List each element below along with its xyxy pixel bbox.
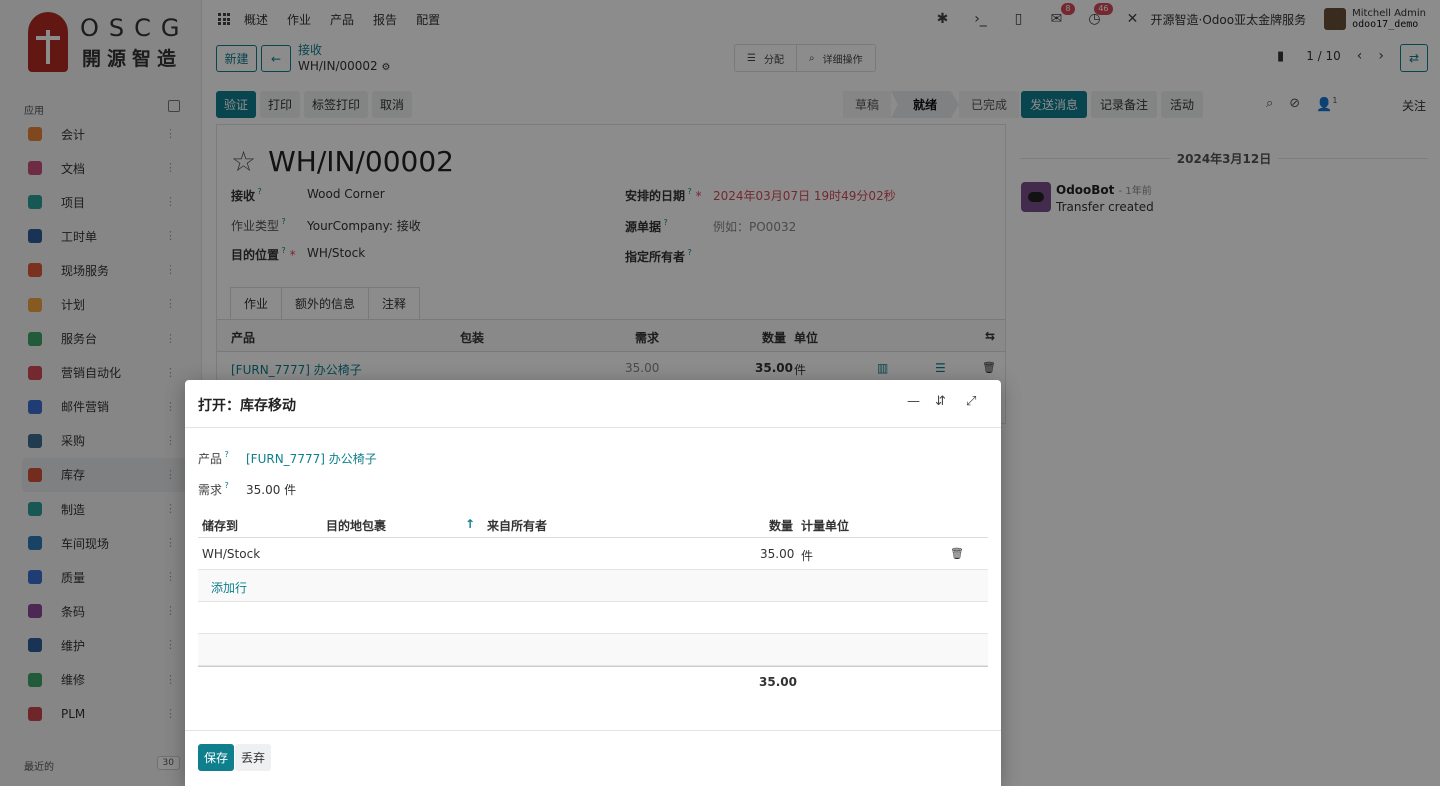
compare-icon[interactable]: ⇵ — [935, 394, 946, 409]
dialog-demand-value: 35.00 件 — [246, 483, 297, 497]
dialog-footer: 保存 丢弃 — [185, 730, 1001, 786]
move-lines-table: 储存到 目的地包裹 ↑ 来自所有者 数量 计量单位 WH/Stock 35.00… — [198, 508, 988, 698]
add-line-row: 添加行 — [198, 570, 988, 602]
col-from-owner[interactable]: 来自所有者 — [487, 517, 547, 534]
sort-arrow-icon[interactable]: ↑ — [465, 517, 475, 531]
qty-total: 35.00 — [759, 675, 797, 689]
expand-icon[interactable]: ⤢ — [966, 394, 976, 409]
trash-icon[interactable]: 🗑 — [950, 547, 964, 560]
minimize-icon[interactable]: — — [907, 394, 920, 409]
empty-row — [198, 634, 988, 666]
row-store-to[interactable]: WH/Stock — [202, 547, 260, 561]
table-header: 储存到 目的地包裹 ↑ 来自所有者 数量 计量单位 — [198, 508, 988, 538]
dialog-product-value[interactable]: [FURN_7777] 办公椅子 — [246, 450, 377, 467]
dialog-demand-label: 需求 ? — [198, 481, 229, 497]
row-uom: 件 — [801, 549, 814, 563]
save-button[interactable]: 保存 — [198, 744, 235, 771]
dialog-product-label: 产品 ? — [198, 450, 229, 466]
col-dest-package[interactable]: 目的地包裹 — [326, 517, 386, 534]
table-footer: 35.00 — [198, 666, 988, 698]
row-qty[interactable]: 35.00 — [760, 547, 794, 561]
dialog-title: 打开：库存移动 — [198, 398, 296, 414]
dialog-header: 打开：库存移动 — ⇵ ⤢ — [185, 380, 1001, 428]
discard-button[interactable]: 丢弃 — [235, 744, 272, 771]
app: OSCG 開源智造 应用 会计 ⋮ 文档 ⋮ 项目 ⋮ 工时单 ⋮ 现场服务 ⋮ 计划 ⋮ 服务台 ⋮ 营销… — [0, 0, 1440, 786]
stock-move-dialog: 打开：库存移动 — ⇵ ⤢ 产品 ? [FURN_7777] 办公椅子 需求 ?… — [185, 380, 1001, 786]
col-store-to[interactable]: 储存到 — [202, 517, 238, 534]
empty-row — [198, 602, 988, 634]
col-qty[interactable]: 数量 — [769, 517, 793, 534]
col-uom[interactable]: 计量单位 — [801, 517, 849, 534]
table-row[interactable]: WH/Stock 35.00 件 🗑 — [198, 538, 988, 570]
add-line-link[interactable]: 添加行 — [211, 579, 247, 596]
